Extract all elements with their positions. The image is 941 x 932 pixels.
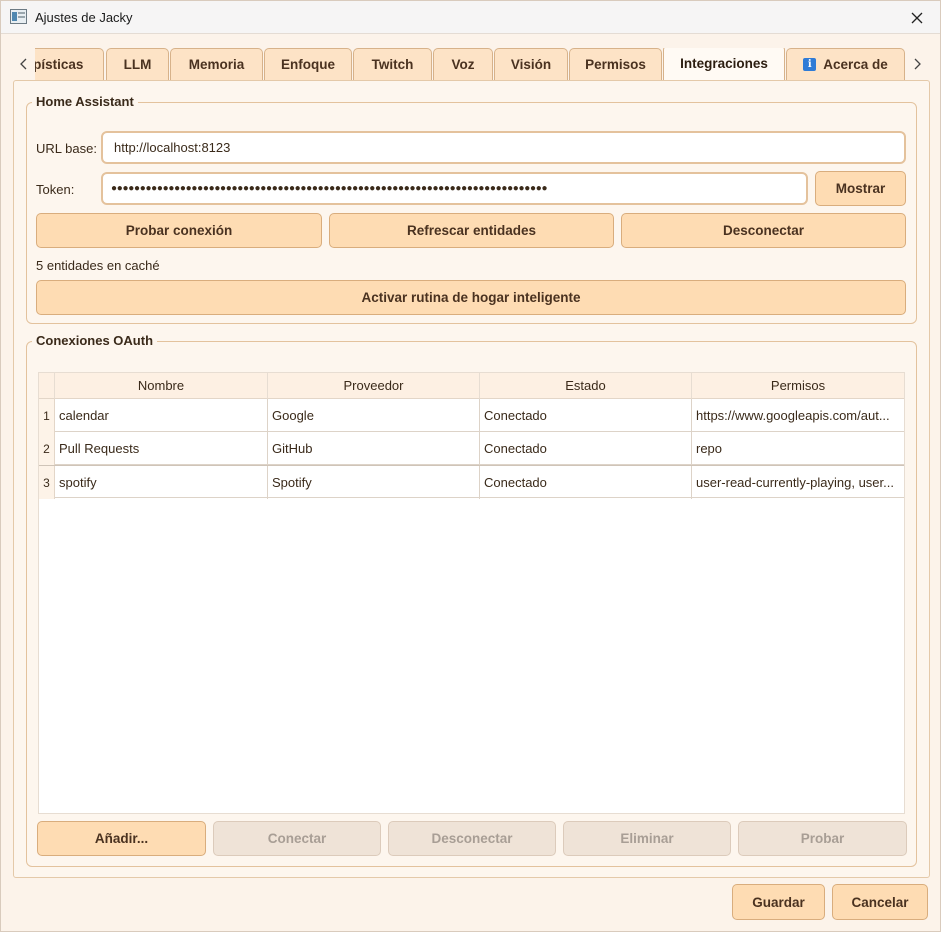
token-input[interactable]: ●●●●●●●●●●●●●●●●●●●●●●●●●●●●●●●●●●●●●●●●… — [101, 172, 808, 205]
table-row[interactable]: 1 calendar Google Conectado https://www.… — [39, 399, 904, 432]
tab-scroll-left-button[interactable] — [15, 53, 33, 75]
window-title: Ajustes de Jacky — [35, 10, 133, 25]
tab-memoria[interactable]: Memoria — [170, 48, 263, 80]
url-input[interactable]: http://localhost:8123 — [101, 131, 906, 164]
column-header[interactable]: Estado — [480, 373, 692, 399]
cell-provider: GitHub — [268, 432, 480, 465]
app-icon — [10, 9, 27, 24]
url-label: URL base: — [36, 141, 97, 156]
add-oauth-button[interactable]: Añadir... — [37, 821, 206, 856]
close-icon — [911, 12, 923, 23]
column-header[interactable]: Nombre — [55, 373, 268, 399]
tab-llm[interactable]: LLM — [106, 48, 169, 80]
row-number: 3 — [39, 466, 55, 499]
tab-integraciones[interactable]: Integraciones — [663, 48, 785, 80]
cell-provider: Google — [268, 399, 480, 432]
show-token-button[interactable]: Mostrar — [815, 171, 906, 206]
cancel-button[interactable]: Cancelar — [832, 884, 928, 920]
refresh-entities-button[interactable]: Refrescar entidades — [329, 213, 614, 248]
smart-home-routine-button[interactable]: Activar rutina de hogar inteligente — [36, 280, 906, 315]
tab-label: Enfoque — [281, 57, 335, 72]
disconnect-ha-button[interactable]: Desconectar — [621, 213, 906, 248]
chevron-right-icon — [914, 58, 921, 70]
row-number: 2 — [39, 432, 55, 465]
integrations-panel: Home Assistant URL base: http://localhos… — [13, 80, 930, 878]
save-button[interactable]: Guardar — [732, 884, 825, 920]
tab-scroll-right-button[interactable] — [908, 53, 926, 75]
tab-bar: ерísticas LLM Memoria Enfoque Twitch Voz… — [35, 48, 905, 80]
column-header[interactable]: Proveedor — [268, 373, 480, 399]
cache-status: 5 entidades en caché — [36, 258, 160, 273]
test-connection-button[interactable]: Probar conexión — [36, 213, 322, 248]
cell-scopes: user-read-currently-playing, user... — [696, 475, 894, 490]
tab-label: Twitch — [371, 57, 414, 72]
title-bar: Ajustes de Jacky — [1, 1, 940, 34]
cell-provider: Spotify — [268, 466, 480, 499]
tab-label: Permisos — [585, 57, 646, 72]
cell-scopes: https://www.googleapis.com/aut... — [696, 408, 890, 423]
tab-permisos[interactable]: Permisos — [569, 48, 662, 80]
tab-label: ерísticas — [35, 57, 84, 72]
token-label: Token: — [36, 182, 75, 197]
tab-caracteristicas[interactable]: ерísticas — [35, 48, 104, 80]
test-oauth-button[interactable]: Probar — [738, 821, 907, 856]
oauth-group: Conexiones OAuth Nombre Proveedor Estado… — [26, 333, 917, 867]
info-icon: i — [803, 58, 817, 71]
cell-status: Conectado — [480, 466, 692, 499]
chevron-left-icon — [20, 58, 27, 70]
tab-label: Visión — [510, 57, 552, 72]
tab-label: Acerca de — [823, 57, 888, 72]
home-assistant-group: Home Assistant URL base: http://localhos… — [26, 94, 917, 324]
oauth-table[interactable]: Nombre Proveedor Estado Permisos 1 calen… — [38, 372, 905, 814]
group-title: Home Assistant — [32, 94, 138, 109]
connect-oauth-button[interactable]: Conectar — [213, 821, 381, 856]
token-value: ●●●●●●●●●●●●●●●●●●●●●●●●●●●●●●●●●●●●●●●●… — [111, 183, 548, 194]
tab-voz[interactable]: Voz — [433, 48, 493, 80]
cell-name: spotify — [55, 466, 268, 499]
url-value: http://localhost:8123 — [114, 140, 231, 155]
disconnect-oauth-button[interactable]: Desconectar — [388, 821, 556, 856]
row-number: 1 — [39, 399, 55, 432]
tab-acerca-de[interactable]: i Acerca de — [786, 48, 905, 80]
tab-label: Voz — [451, 57, 475, 72]
cell-name: Pull Requests — [55, 432, 268, 465]
cell-scopes: repo — [696, 441, 723, 456]
tab-twitch[interactable]: Twitch — [353, 48, 432, 80]
settings-window: Ajustes de Jacky ерísticas LLM Memoria E… — [0, 0, 941, 932]
table-row[interactable]: 2 Pull Requests GitHub Conectado repo — [39, 432, 904, 465]
table-row[interactable]: 3 spotify Spotify Conectado user-read-cu… — [39, 465, 904, 499]
close-button[interactable] — [894, 1, 940, 34]
tab-enfoque[interactable]: Enfoque — [264, 48, 352, 80]
cell-name: calendar — [55, 399, 268, 432]
tab-label: Memoria — [188, 57, 245, 72]
cell-status: Conectado — [480, 432, 692, 465]
group-title: Conexiones OAuth — [32, 333, 158, 348]
tab-label: LLM — [123, 57, 152, 72]
table-corner — [39, 373, 55, 399]
tab-vision[interactable]: Visión — [494, 48, 568, 80]
delete-oauth-button[interactable]: Eliminar — [563, 821, 731, 856]
column-header[interactable]: Permisos — [692, 373, 904, 399]
cell-status: Conectado — [480, 399, 692, 432]
tab-label: Integraciones — [680, 55, 768, 71]
